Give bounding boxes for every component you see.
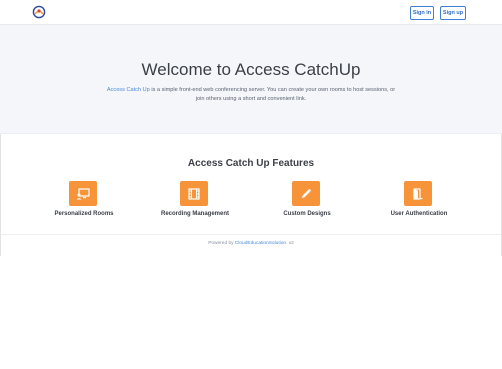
hero-section: Welcome to Access CatchUp Access Catch U… (0, 25, 502, 134)
footer-prefix: Powered by (208, 241, 235, 246)
feature-label: Recording Management (160, 211, 229, 217)
hero-title: Welcome to Access CatchUp (141, 60, 361, 79)
film-icon (188, 187, 200, 200)
pencil-icon (302, 188, 312, 198)
navbar: Sign in Sign up (0, 0, 502, 25)
access-catchup-link[interactable]: Access Catch Up (107, 87, 150, 93)
sign-up-button[interactable]: Sign up (440, 6, 466, 20)
feature-label: Personalized Rooms (54, 211, 114, 217)
footer: Powered by CloudEducationSolution. v2 (0, 241, 502, 246)
feature-tile (69, 181, 97, 206)
feature-tile (180, 181, 208, 206)
cloud-education-link[interactable]: CloudEducationSolution (235, 241, 286, 246)
footer-divider (1, 234, 501, 235)
features-title: Access Catch Up Features (187, 158, 315, 169)
door-icon (413, 187, 423, 200)
feature-label: User Authentication (390, 211, 448, 217)
feature-tile (292, 181, 320, 206)
desktop-user-icon (76, 187, 90, 199)
hero-description-text: is a simple front-end web conferencing s… (149, 87, 396, 102)
hero-description: Access Catch Up is a simple front-end we… (104, 86, 398, 103)
catchup-logo-icon[interactable] (32, 5, 46, 19)
sign-in-button[interactable]: Sign in (410, 6, 434, 20)
feature-label: Custom Designs (283, 211, 331, 217)
feature-tile (404, 181, 432, 206)
footer-version: . v2 (286, 241, 294, 246)
